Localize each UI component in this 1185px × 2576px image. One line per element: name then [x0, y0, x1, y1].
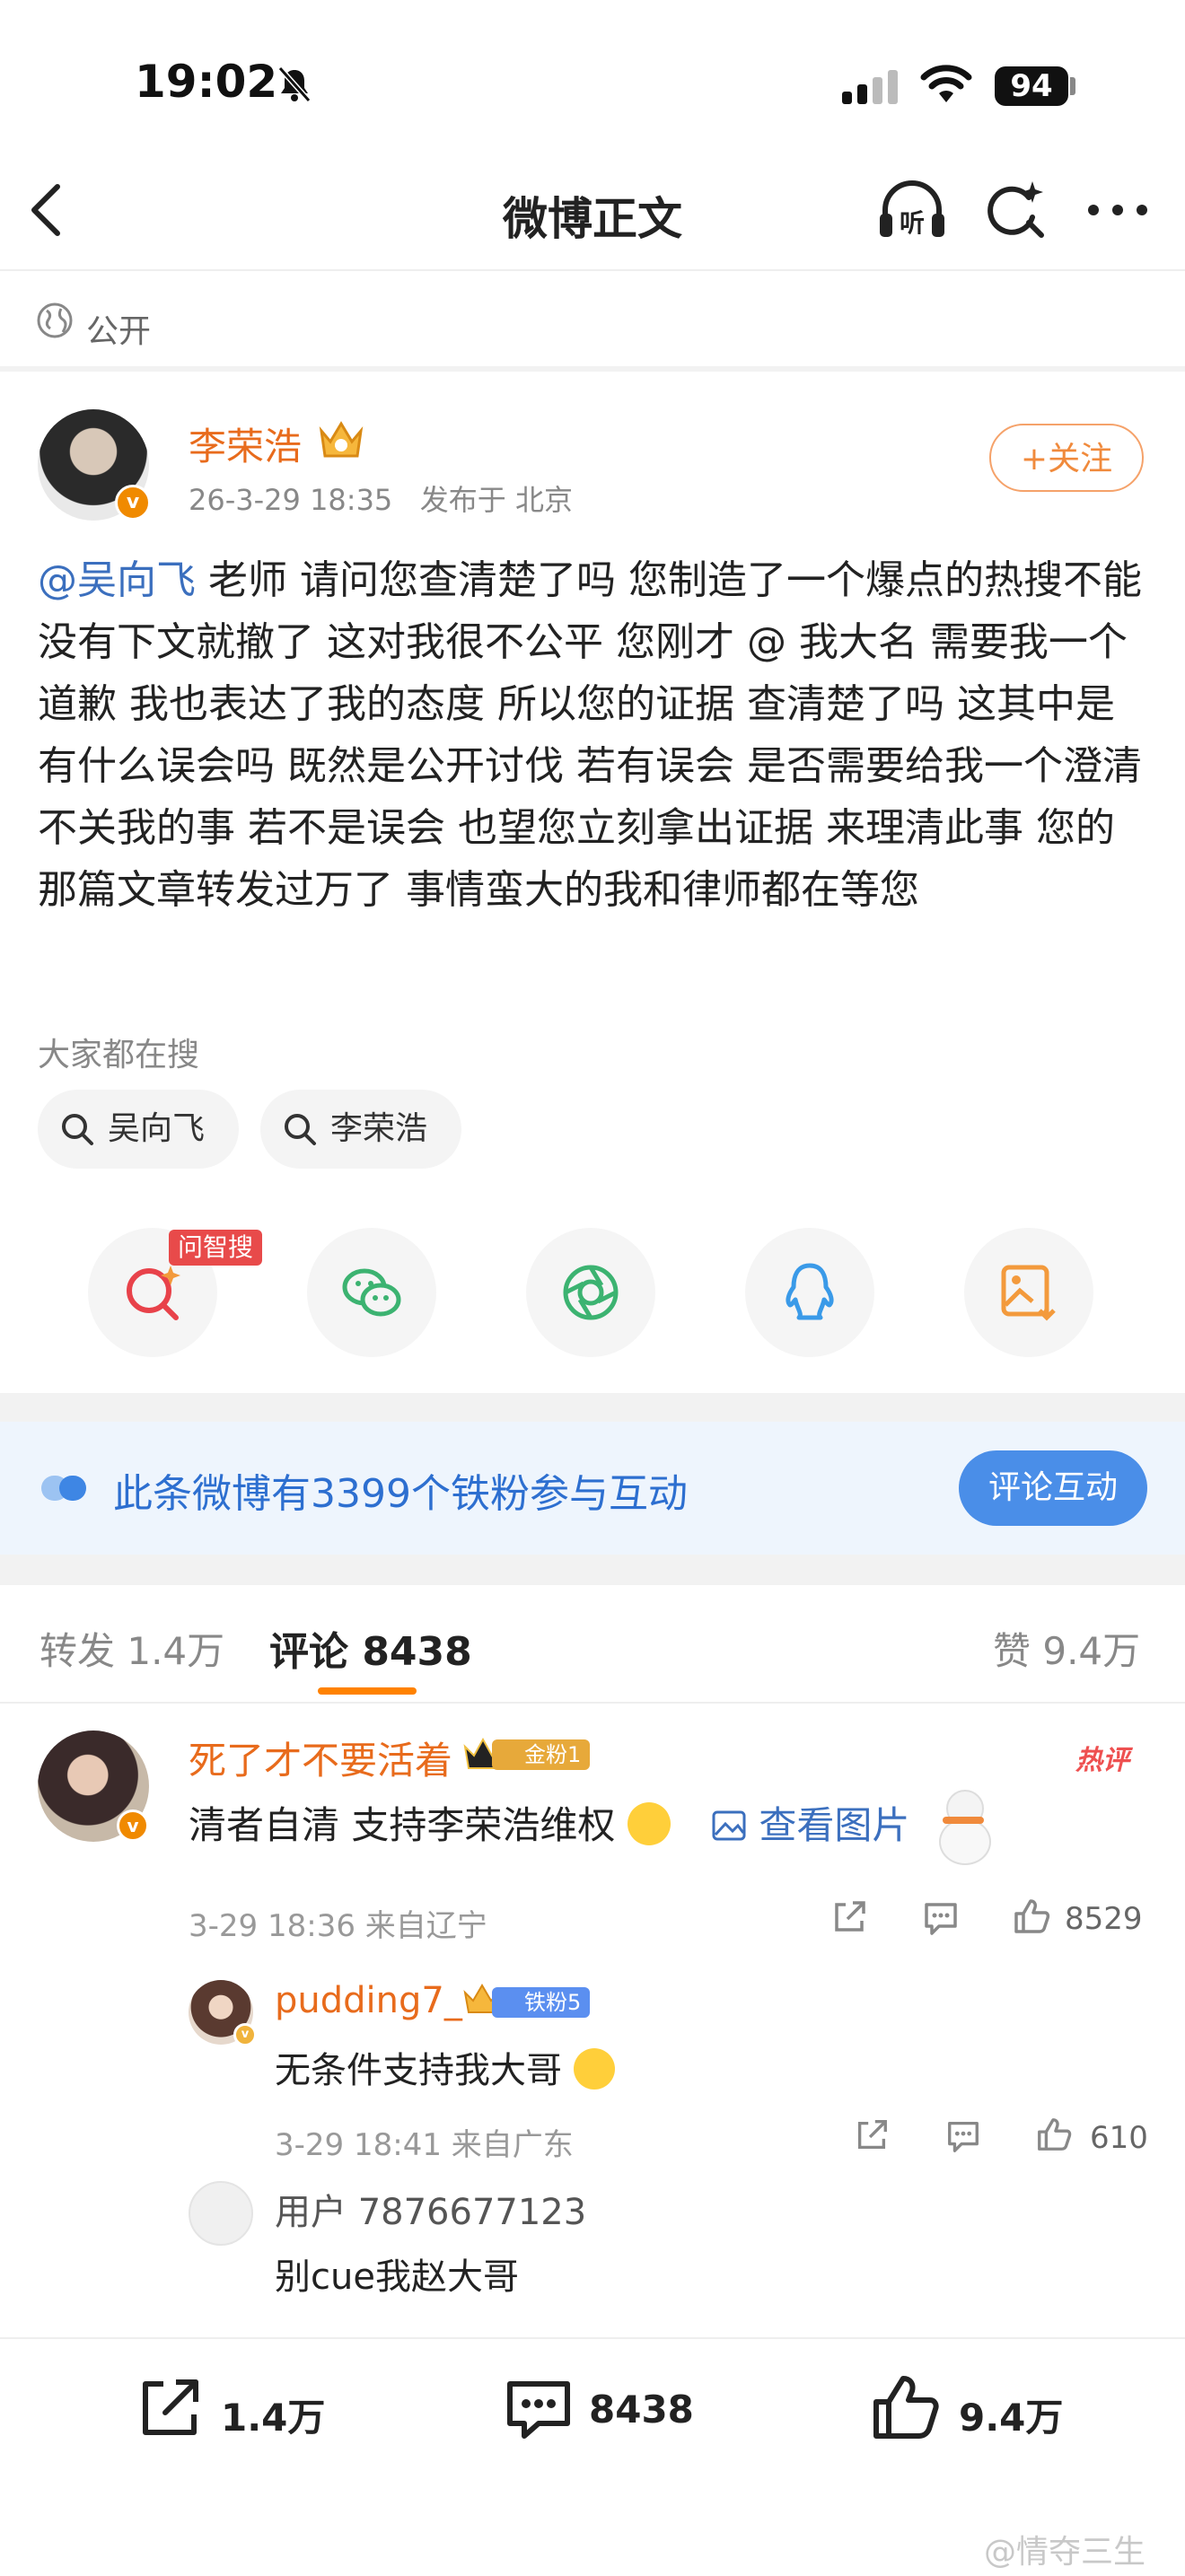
moments-icon	[563, 1265, 619, 1320]
reply-avatar-default[interactable]	[189, 2181, 253, 2246]
tab-active-indicator	[318, 1687, 417, 1695]
fan-pill-icon	[40, 1472, 92, 1508]
globe-icon	[36, 302, 74, 343]
tab-repost[interactable]: 转发 1.4万	[40, 1621, 224, 1676]
snowman-sticker	[934, 1790, 993, 1865]
search-icon	[285, 1114, 316, 1145]
listen-icon[interactable]: 听	[876, 178, 948, 246]
reply-author[interactable]: pudding7_	[275, 1980, 462, 2021]
verified-badge: v	[117, 1809, 149, 1842]
reply-text: 无条件支持我大哥	[275, 2041, 615, 2093]
share-qq-button[interactable]	[745, 1228, 874, 1357]
crown-icon	[316, 418, 366, 467]
section-gap	[0, 1393, 1185, 1422]
author-name[interactable]: 李荣浩	[189, 416, 302, 471]
verified-badge: v	[115, 485, 151, 521]
reply-meta: 3-29 18:41 来自广东	[275, 2127, 574, 2163]
tab-divider	[0, 1702, 1185, 1704]
comment-icon[interactable]	[921, 1897, 961, 1941]
like-icon[interactable]	[867, 2370, 943, 2449]
battery-tip	[1070, 77, 1075, 95]
post-meta: 26-3-29 18:35 发布于 北京	[189, 478, 573, 519]
listen-icon-text: 听	[900, 208, 925, 238]
post-location: 发布于 北京	[419, 483, 573, 517]
comment-interact-button[interactable]: 评论互动	[959, 1450, 1147, 1526]
save-image-button[interactable]	[964, 1228, 1093, 1357]
share-icon[interactable]	[830, 1897, 869, 1941]
comment-count[interactable]: 8438	[589, 2388, 694, 2431]
zhisou-search-icon	[127, 1266, 180, 1320]
reply-text-body: 无条件支持我大哥	[275, 2050, 562, 2091]
section-gap	[0, 1555, 1185, 1585]
search-icon	[62, 1114, 93, 1145]
save-image-icon	[1001, 1265, 1056, 1321]
hot-search-title: 大家都在搜	[38, 1037, 200, 1073]
section-gap	[0, 366, 1185, 372]
hot-comment-tag: 热评	[1075, 1745, 1129, 1776]
battery-indicator: 94	[995, 66, 1068, 106]
reply-text: 别cue我赵大哥	[275, 2256, 519, 2298]
comment-like-count: 8529	[1065, 1901, 1143, 1937]
post-body: @吴向飞 老师 请问您查清楚了吗 您制造了一个爆点的热搜不能没有下文就撤了 这对…	[38, 549, 1151, 921]
silent-mode-icon	[275, 65, 314, 108]
comment-meta: 3-29 18:36 来自辽宁	[189, 1908, 487, 1944]
like-icon[interactable]	[1011, 1896, 1052, 1941]
repost-icon[interactable]	[133, 2373, 205, 2449]
view-image-label: 查看图片	[759, 1803, 910, 1847]
ai-search-icon[interactable]	[984, 178, 1049, 246]
comment-author[interactable]: 死了才不要活着	[189, 1730, 452, 1785]
reply-like-count: 610	[1090, 2120, 1148, 2156]
qq-icon	[786, 1263, 834, 1320]
shocked-face-icon	[573, 2048, 615, 2090]
search-chip[interactable]: 吴向飞	[38, 1090, 239, 1169]
cellular-signal-icon	[842, 68, 900, 104]
search-chip[interactable]: 李荣浩	[260, 1090, 461, 1169]
repost-count[interactable]: 1.4万	[221, 2388, 325, 2442]
like-count[interactable]: 9.4万	[959, 2388, 1063, 2442]
fan-level-tag: 金粉1	[492, 1739, 591, 1770]
reply-author[interactable]: 用户 7876677123	[275, 2183, 586, 2235]
share-wechat-button[interactable]	[307, 1228, 436, 1357]
comment-icon[interactable]	[944, 2116, 982, 2158]
wifi-icon	[919, 65, 973, 110]
ask-badge: 问智搜	[169, 1230, 263, 1266]
wechat-icon	[342, 1268, 401, 1317]
tab-like[interactable]: 赞 9.4万	[993, 1621, 1140, 1676]
image-icon	[712, 1810, 746, 1841]
post-time: 26-3-29 18:35	[189, 483, 393, 517]
post-text: 老师 请问您查清楚了吗 您制造了一个爆点的热搜不能没有下文就撤了 这对我很不公平…	[38, 557, 1142, 913]
search-chip-label: 李荣浩	[330, 1110, 428, 1147]
follow-button[interactable]: +关注	[989, 424, 1144, 492]
post-mention-link[interactable]: @吴向飞	[38, 557, 196, 603]
comment-icon[interactable]	[503, 2373, 575, 2449]
fan-level-tag: 铁粉5	[492, 1987, 591, 2018]
view-image-link[interactable]: 查看图片	[711, 1795, 909, 1850]
like-icon[interactable]	[1034, 2115, 1074, 2158]
search-chip-label: 吴向飞	[108, 1110, 206, 1147]
status-time: 19:02	[135, 56, 278, 108]
comment-text: 清者自清 支持李荣浩维权	[189, 1795, 671, 1850]
share-icon[interactable]	[853, 2116, 891, 2158]
watermark: @情夺三生	[984, 2534, 1146, 2571]
tab-comment[interactable]: 评论 8438	[269, 1619, 472, 1677]
share-moments-button[interactable]	[526, 1228, 655, 1357]
comment-text-body: 清者自清 支持李荣浩维权	[189, 1803, 616, 1847]
nav-divider	[0, 269, 1185, 271]
iron-fan-text: 此条微博有3399个铁粉参与互动	[113, 1471, 688, 1517]
verified-badge: v	[233, 2023, 257, 2046]
more-icon[interactable]	[1086, 203, 1149, 221]
crying-face-icon	[627, 1802, 671, 1845]
visibility-label: 公开	[86, 313, 152, 350]
